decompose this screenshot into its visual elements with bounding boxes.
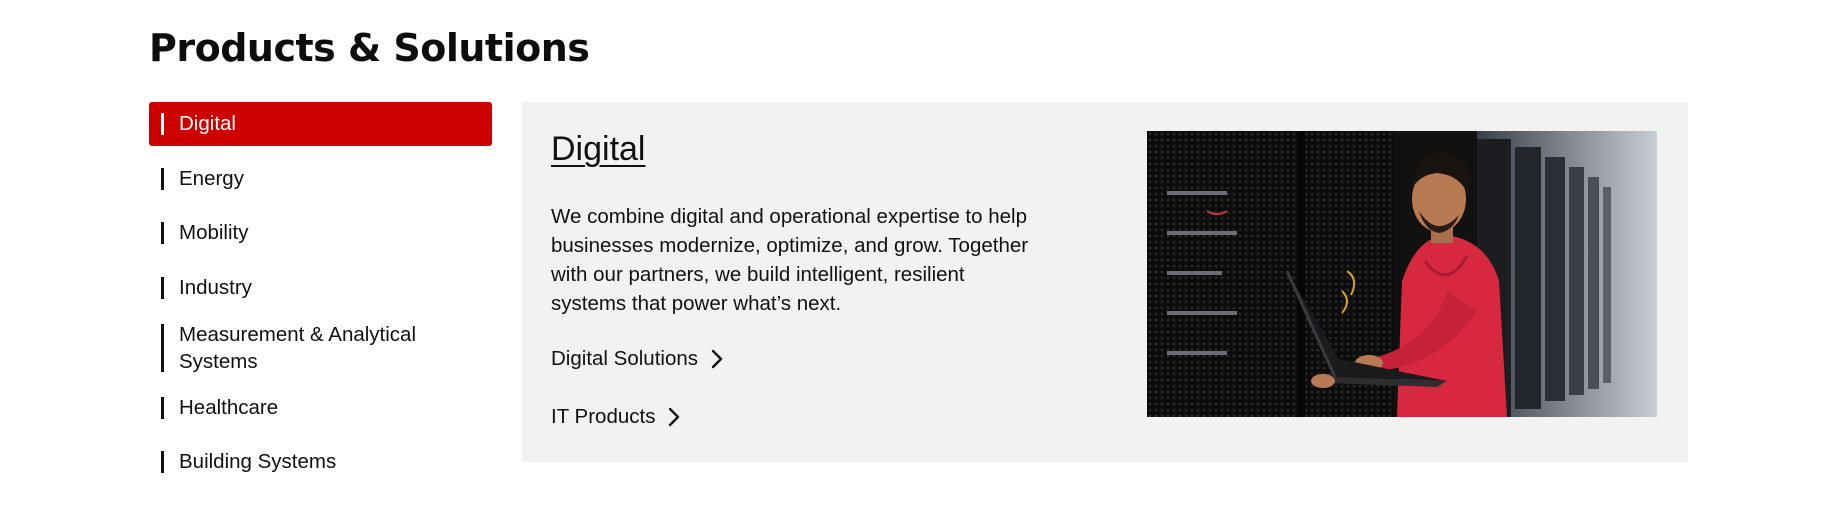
link-label: Digital Solutions — [551, 347, 698, 370]
nav-item-label: Healthcare — [179, 395, 279, 419]
chevron-right-icon — [711, 349, 723, 369]
link-label: IT Products — [551, 405, 656, 428]
nav-item-label-line2: Systems — [179, 349, 258, 373]
nav-item-label: Energy — [179, 166, 244, 190]
nav-item-label-line1: Measurement & Analytical — [179, 322, 417, 346]
desc-line: systems that power what’s next. — [551, 292, 842, 315]
photo-illustration — [1147, 131, 1657, 417]
desc-line: We combine digital and operational exper… — [551, 205, 1027, 228]
nav-indicator-bar — [161, 276, 164, 299]
nav-item-industry[interactable]: Industry — [149, 266, 492, 310]
nav-indicator-bar — [161, 222, 164, 244]
nav-indicator-bar — [161, 323, 164, 372]
category-nav: Digital Energy Mobility Industry Measure… — [149, 102, 492, 495]
nav-item-label: Measurement & Analytical Systems — [179, 321, 416, 375]
desc-line: with our partners, we build intelligent,… — [551, 263, 965, 286]
nav-item-mobility[interactable]: Mobility — [149, 211, 492, 255]
chevron-right-icon — [669, 407, 680, 427]
nav-item-measurement-analytical-systems[interactable]: Measurement & Analytical Systems — [149, 320, 492, 375]
nav-item-label: Digital — [179, 112, 236, 135]
nav-item-building-systems[interactable]: Building Systems — [149, 440, 492, 484]
nav-indicator-bar — [161, 113, 164, 135]
panel-description: We combine digital and operational exper… — [551, 202, 1071, 318]
nav-indicator-bar — [161, 451, 164, 473]
panel-title-link[interactable]: Digital — [551, 130, 645, 169]
nav-item-label: Industry — [179, 275, 252, 299]
nav-indicator-bar — [161, 167, 164, 190]
page-title: Products & Solutions — [149, 26, 590, 70]
nav-item-energy[interactable]: Energy — [149, 157, 492, 201]
nav-item-label: Building Systems — [179, 450, 337, 473]
desc-line: businesses modernize, optimize, and grow… — [551, 234, 1029, 257]
it-products-link[interactable]: IT Products — [551, 405, 681, 429]
nav-item-digital[interactable]: Digital — [149, 102, 492, 146]
digital-solutions-link[interactable]: Digital Solutions — [551, 347, 724, 371]
data-center-photo — [1147, 131, 1657, 417]
detail-panel: Digital We combine digital and operation… — [522, 102, 1688, 462]
nav-item-label: Mobility — [179, 221, 249, 244]
nav-item-healthcare[interactable]: Healthcare — [149, 386, 492, 430]
nav-indicator-bar — [161, 396, 164, 419]
